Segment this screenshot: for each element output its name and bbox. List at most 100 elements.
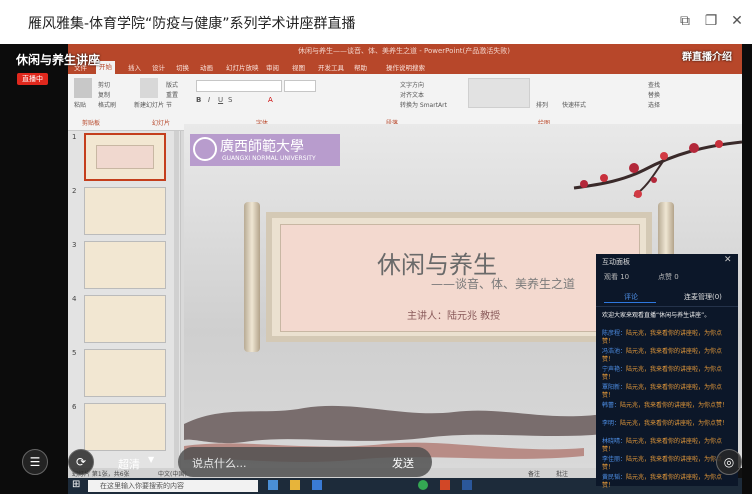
section-button[interactable]: 节	[166, 100, 172, 109]
font-size-select[interactable]	[284, 80, 316, 92]
paste-button[interactable]: 粘贴	[74, 100, 86, 109]
left-dark-area	[0, 44, 68, 494]
chat-sender: 陈彦程：	[602, 330, 627, 337]
chat-text: 欢迎大家来观看直播“休闲与养生讲座”。	[602, 312, 711, 319]
panel-divider	[596, 306, 738, 307]
taskview-icon[interactable]	[268, 480, 278, 490]
university-logo: 廣西師範大學 GUANGXI NORMAL UNIVERSITY	[190, 134, 340, 166]
quick-styles-button[interactable]: 快速样式	[562, 100, 586, 109]
quality-select[interactable]: 超清	[118, 456, 140, 472]
font-name-select[interactable]	[196, 80, 282, 92]
windows-start-icon[interactable]: ⊞	[72, 479, 80, 490]
chat-message: 韩蕾：陆元兆，我来看你的讲座啦，为你点赞！	[602, 402, 732, 410]
viewer-count: 观看 10	[604, 273, 630, 281]
italic-button[interactable]: I	[208, 96, 210, 104]
window-title: 雁风雅集-体育学院“防疫与健康”系列学术讲座群直播	[28, 16, 356, 32]
file-explorer-icon[interactable]	[290, 480, 300, 490]
word-taskbar-icon[interactable]	[462, 480, 472, 490]
rotate-icon[interactable]: ⟳	[68, 449, 94, 475]
powerpoint-taskbar-icon[interactable]	[440, 480, 450, 490]
chat-text: 陆元兆，我来看你的讲座啦，为你点赞！	[620, 402, 729, 409]
chat-message: 李佳丽：陆元兆，我来看你的讲座啦，为你点赞！	[602, 456, 732, 472]
tab-animations[interactable]: 动画	[200, 62, 213, 72]
comment-input[interactable]: 说点什么...	[192, 455, 247, 471]
interaction-panel: 互动面板 ✕ 观看 10 点赞 0 评论 连麦管理(0) 欢迎大家来观看直播“休…	[596, 254, 738, 489]
bold-button[interactable]: B	[196, 96, 201, 104]
shapes-gallery[interactable]	[468, 78, 530, 108]
chat-text: 陆元兆，我来看你的讲座啦，为你点赞！	[620, 420, 729, 427]
tab-developer[interactable]: 开发工具	[318, 62, 344, 72]
slide-thumbnail-1[interactable]	[84, 133, 166, 181]
group-intro-button[interactable]: 群直播介绍	[682, 48, 732, 63]
browser-icon[interactable]	[312, 480, 322, 490]
font-color-button[interactable]: A	[268, 96, 273, 104]
close-icon[interactable]: ✕	[728, 12, 746, 30]
share-screen-icon[interactable]: ◎	[716, 449, 742, 475]
chat-sender: 韩蕾：	[602, 402, 621, 409]
live-title: 休闲与养生讲座	[16, 53, 101, 67]
chat-sender: 覃阳新：	[602, 384, 627, 391]
reset-button[interactable]: 重置	[166, 90, 178, 99]
copy-button[interactable]: 复制	[98, 90, 110, 99]
chat-sender: 黄民韬：	[602, 474, 627, 481]
tab-review[interactable]: 审阅	[266, 62, 279, 72]
tab-insert[interactable]: 插入	[128, 62, 141, 72]
thumbnail-scroll-graphic	[96, 145, 154, 169]
send-button[interactable]: 发送	[392, 455, 414, 471]
slide-thumbnail-6[interactable]	[84, 403, 166, 451]
notes-button[interactable]: 备注	[528, 469, 540, 478]
format-painter-button[interactable]: 格式刷	[98, 100, 116, 109]
chat-message: 宁声艳：陆元兆，我来看你的讲座啦，为你点赞！	[602, 366, 732, 382]
slide-thumbnail-panel: 1 2 3 4 5 6	[68, 131, 181, 468]
layout-button[interactable]: 版式	[166, 80, 178, 89]
taskbar-search-placeholder: 在这里输入你要搜索的内容	[100, 482, 184, 490]
danmaku-toggle-icon[interactable]: ☰	[22, 449, 48, 475]
text-direction-button[interactable]: 文字方向	[400, 80, 424, 89]
slide-presenter: 主讲人：陆元兆 教授	[407, 311, 501, 322]
group-clipboard: 剪贴板	[82, 120, 101, 127]
tab-mic-management[interactable]: 连麦管理(0)	[684, 292, 722, 302]
shadow-button[interactable]: S	[228, 96, 232, 104]
thumbnail-scrollbar[interactable]	[174, 131, 179, 468]
chat-message: 覃阳新：陆元兆，我来看你的讲座啦，为你点赞！	[602, 384, 732, 400]
thumbnail-number: 5	[72, 349, 77, 357]
slide-thumbnail-4[interactable]	[84, 295, 166, 343]
slide-thumbnail-3[interactable]	[84, 241, 166, 289]
tab-slideshow[interactable]: 幻灯片放映	[226, 62, 259, 72]
tab-comments[interactable]: 评论	[624, 292, 638, 302]
convert-smartart-button[interactable]: 转换为 SmartArt	[400, 100, 447, 109]
close-panel-icon[interactable]: ✕	[724, 255, 732, 265]
chat-sender: 李明：	[602, 420, 621, 427]
tab-transitions[interactable]: 切换	[176, 62, 189, 72]
comments-button[interactable]: 批注	[556, 469, 568, 478]
new-slide-icon[interactable]	[140, 78, 158, 98]
window-title-bar: 雁风雅集-体育学院“防疫与健康”系列学术讲座群直播 ⧉ ❐ ✕	[0, 0, 752, 44]
tab-design[interactable]: 设计	[152, 62, 165, 72]
replace-button[interactable]: 替换	[648, 90, 660, 99]
arrange-button[interactable]: 排列	[536, 100, 548, 109]
popout-icon[interactable]: ❐	[702, 12, 720, 30]
panel-header: 互动面板	[602, 258, 630, 266]
slide-thumbnail-2[interactable]	[84, 187, 166, 235]
align-text-button[interactable]: 对齐文本	[400, 90, 424, 99]
plum-blossom-branch-graphic	[573, 140, 742, 198]
chat-sender: 冯浩池：	[602, 348, 627, 355]
new-slide-button[interactable]: 新建幻灯片	[134, 100, 164, 109]
taskbar-search-input[interactable]: 在这里输入你要搜索的内容	[88, 480, 258, 492]
select-button[interactable]: 选择	[648, 100, 660, 109]
underline-button[interactable]: U	[218, 96, 223, 104]
tab-help[interactable]: 帮助	[354, 62, 367, 72]
ppt-title: 休闲与养生——谈音、体、美养生之道 - PowerPoint(产品激活失败)	[298, 47, 510, 55]
thumbnail-number: 6	[72, 403, 77, 411]
chat-sender: 宁声艳：	[602, 366, 627, 373]
tab-view[interactable]: 视图	[292, 62, 305, 72]
find-button[interactable]: 查找	[648, 80, 660, 89]
wechat-icon[interactable]	[418, 480, 428, 490]
chevron-down-icon[interactable]: ▼	[148, 455, 154, 464]
chat-message: 李明：陆元兆，我来看你的讲座啦，为你点赞！	[602, 420, 732, 428]
chat-message: 冯浩池：陆元兆，我来看你的讲座啦，为你点赞！	[602, 348, 732, 364]
right-dark-area	[742, 44, 752, 494]
slide-thumbnail-5[interactable]	[84, 349, 166, 397]
share-icon[interactable]: ⧉	[676, 12, 694, 30]
tell-me-search[interactable]: 操作说明搜索	[386, 62, 425, 72]
